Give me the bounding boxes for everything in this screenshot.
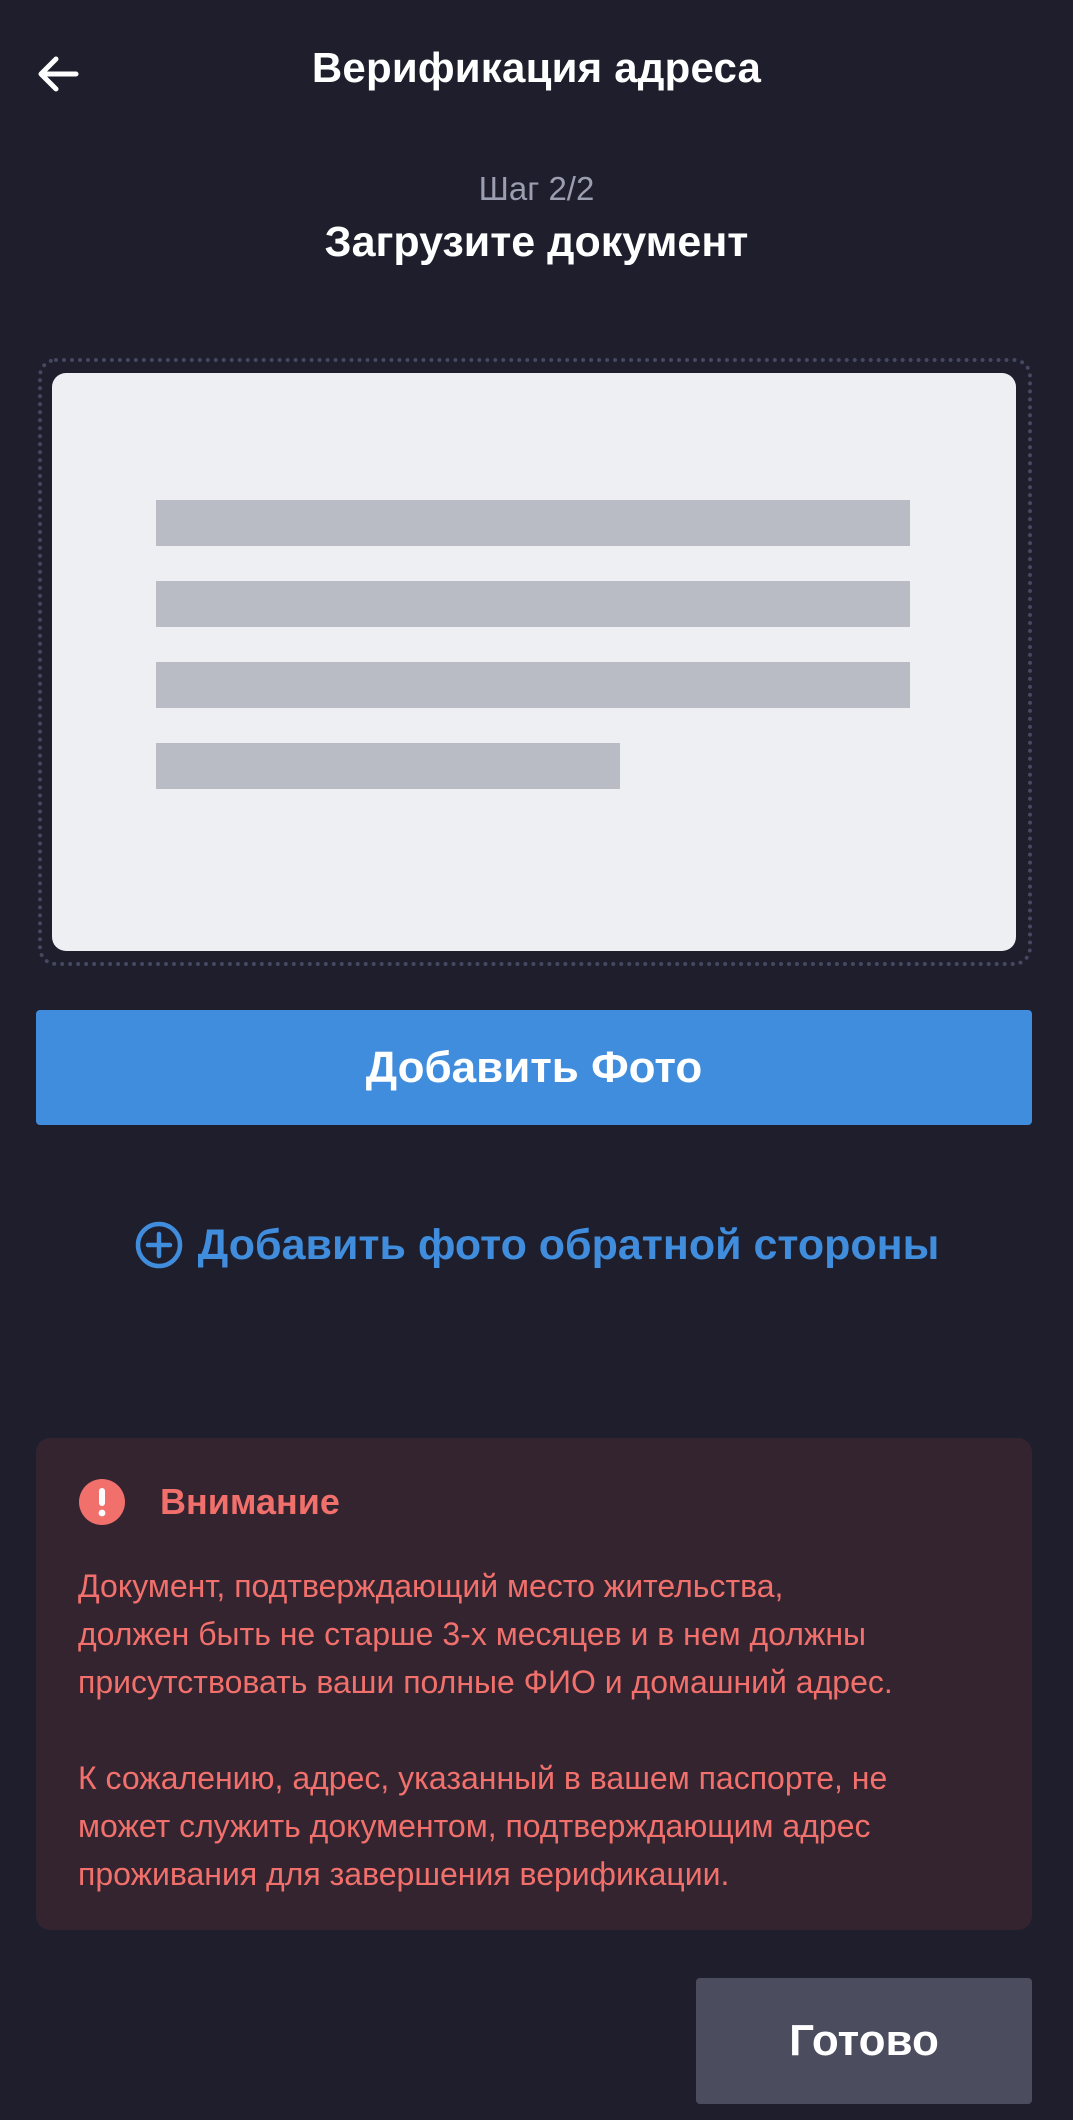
- placeholder-line: [156, 743, 620, 789]
- warning-title: Внимание: [160, 1481, 340, 1522]
- warning-line: должен быть не старше 3-х месяцев и в не…: [78, 1616, 867, 1652]
- plus-circle-icon: [135, 1221, 182, 1269]
- warning-paragraph: К сожалению, адрес, указанный в вашем па…: [78, 1754, 1018, 1898]
- done-label: Готово: [789, 2016, 939, 2065]
- exclamation-circle-icon: [79, 1479, 125, 1525]
- done-button[interactable]: Готово: [696, 1978, 1032, 2104]
- warning-line: проживания для завершения верификации.: [78, 1856, 730, 1892]
- add-photo-button[interactable]: Добавить Фото: [36, 1010, 1032, 1125]
- warning-line: Документ, подтверждающий место жительств…: [78, 1568, 784, 1604]
- placeholder-line: [156, 500, 910, 546]
- warning-line: присутствовать ваши полные ФИО и домашни…: [78, 1664, 893, 1700]
- add-back-side-label: Добавить фото обратной стороны: [197, 1220, 940, 1269]
- page-title: Верификация адреса: [311, 44, 762, 91]
- warning-line: может служить документом, подтверждающим…: [78, 1808, 871, 1844]
- warning-paragraph: Документ, подтверждающий место жительств…: [78, 1562, 1018, 1706]
- warning-line: К сожалению, адрес, указанный в вашем па…: [78, 1760, 888, 1796]
- step-counter: Шаг 2/2: [478, 170, 595, 207]
- document-placeholder-icon: [52, 373, 1016, 951]
- add-photo-label: Добавить Фото: [365, 1042, 703, 1092]
- placeholder-line: [156, 662, 910, 708]
- add-back-side-link[interactable]: Добавить фото обратной стороны: [0, 1210, 1073, 1280]
- warning-header: Внимание: [78, 1478, 340, 1526]
- placeholder-line: [156, 581, 910, 627]
- top-app-bar: Верификация адреса: [0, 0, 1073, 145]
- warning-notice: Внимание Документ, подтверждающий место …: [36, 1438, 1032, 1930]
- step-title: Загрузите документ: [324, 218, 749, 266]
